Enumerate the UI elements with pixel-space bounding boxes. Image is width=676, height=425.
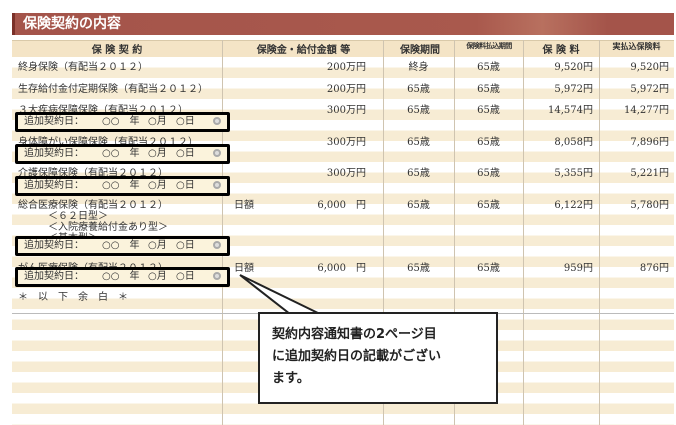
added-date-label: 追加契約日： [24,271,84,282]
amount: 6,000 円 [317,200,366,211]
premium: 959円 [563,263,593,274]
header-period: 保険期間 [400,45,440,56]
added-date-month: ○月 [148,240,167,251]
premium: 5,972円 [554,84,593,95]
header-actual-premium: 実払込保険料 [612,42,661,51]
added-date-day: ○日 [176,240,195,251]
added-date-year: ○○ 年 [102,116,140,127]
added-date-year: ○○ 年 [102,148,140,159]
added-date-day: ○日 [176,148,195,159]
payment-period: 65歳 [477,62,500,73]
added-contract-date-highlight: 追加契約日： ○○ 年 ○月 ○日 [15,236,230,256]
period: 65歳 [407,105,430,116]
premium: 9,520円 [554,62,593,73]
added-contract-date-highlight: 追加契約日： ○○ 年 ○月 ○日 [15,267,230,287]
added-date-month: ○月 [148,180,167,191]
premium: 14,574円 [548,105,593,116]
actual-premium: 7,896円 [630,137,669,148]
added-date-month: ○月 [148,116,167,127]
added-date-label: 追加契約日： [24,116,84,127]
header-contract: 保 険 契 約 [91,45,143,56]
actual-premium: 14,277円 [624,105,669,116]
payment-period: 65歳 [477,263,500,274]
header-payment-period: 保険料払込期間 [466,42,512,50]
added-date-day: ○日 [176,271,195,282]
added-date-day: ○日 [176,180,195,191]
circle-icon [213,241,221,249]
amount: 300万円 [326,105,366,116]
table-header: 保 険 契 約 保険金・給付金額 等 保険期間 保険料払込期間 保 険 料 実払… [12,40,674,58]
payment-period: 65歳 [477,168,500,179]
amount: 300万円 [326,168,366,179]
period: 65歳 [407,84,430,95]
added-date-year: ○○ 年 [102,271,140,282]
amount: 200万円 [326,62,366,73]
callout-note: 契約内容通知書の2ページ目 に追加契約日の記載がござい ます。 [258,312,498,404]
added-date-month: ○月 [148,271,167,282]
added-date-label: 追加契約日： [24,180,84,191]
premium: 5,355円 [554,168,593,179]
callout-line: ます。 [272,371,310,386]
added-date-label: 追加契約日： [24,240,84,251]
added-contract-date-highlight: 追加契約日： ○○ 年 ○月 ○日 [15,176,230,196]
circle-icon [213,181,221,189]
circle-icon [213,149,221,157]
header-premium: 保 険 料 [542,45,580,56]
added-contract-date-highlight: 追加契約日： ○○ 年 ○月 ○日 [15,144,230,164]
circle-icon [213,117,221,125]
callout-line: 契約内容通知書の2ページ目 [272,327,437,342]
end-note: ＊ 以 下 余 白 ＊ [18,292,128,303]
actual-premium: 876円 [639,263,669,274]
added-date-year: ○○ 年 [102,240,140,251]
added-date-month: ○月 [148,148,167,159]
premium: 6,122円 [554,200,593,211]
amount: 200万円 [326,84,366,95]
period: 終身 [408,62,429,73]
actual-premium: 5,972円 [630,84,669,95]
added-date-label: 追加契約日： [24,148,84,159]
circle-icon [213,272,221,280]
section-title: 保険契約の内容 [12,13,674,35]
period: 65歳 [407,263,430,274]
added-date-year: ○○ 年 [102,180,140,191]
payment-period: 65歳 [477,84,500,95]
period: 65歳 [407,137,430,148]
premium: 8,058円 [554,137,593,148]
contract-name: 終身保険（有配当２０１２） [18,62,148,73]
actual-premium: 5,221円 [630,168,669,179]
amount: 300万円 [326,137,366,148]
callout-line: に追加契約日の記載がござい [272,349,442,364]
added-contract-date-highlight: 追加契約日： ○○ 年 ○月 ○日 [15,112,230,132]
payment-period: 65歳 [477,200,500,211]
contract-name: 生存給付金付定期保険（有配当２０１２） [18,84,208,95]
actual-premium: 9,520円 [630,62,669,73]
added-date-day: ○日 [176,116,195,127]
period: 65歳 [407,200,430,211]
payment-period: 65歳 [477,105,500,116]
actual-premium: 5,780円 [630,200,669,211]
header-amount: 保険金・給付金額 等 [256,45,351,56]
payment-period: 65歳 [477,137,500,148]
period: 65歳 [407,168,430,179]
